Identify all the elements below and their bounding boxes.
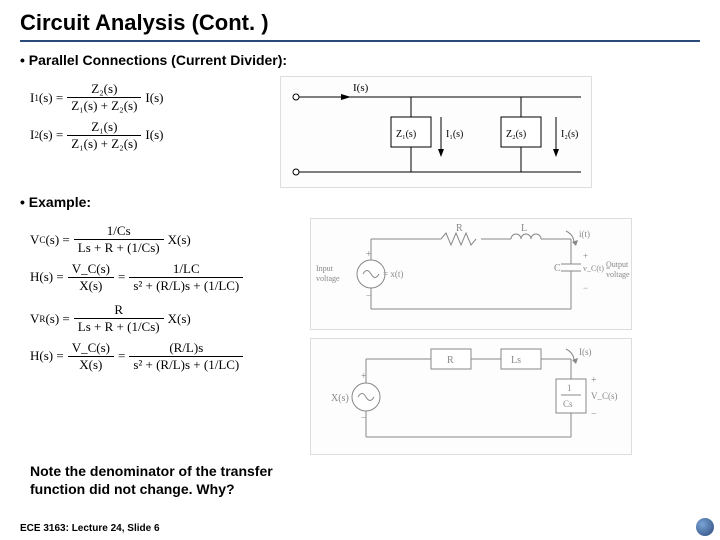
diagram-rlc-time: + − Input voltage = x(t) R L i(t) <box>310 218 632 330</box>
svg-text:−: − <box>583 283 588 293</box>
svg-text:Ls: Ls <box>511 355 521 366</box>
label-input-voltage: Input <box>316 264 334 273</box>
svg-text:R: R <box>447 355 454 366</box>
eq-vc: VC(s) = 1/CsLs + R + (1/Cs) X(s) <box>30 224 290 256</box>
label-I2: I₂(s) <box>561 129 578 140</box>
slide-footer: ECE 3163: Lecture 24, Slide 6 <box>20 523 160 534</box>
svg-text:= x(t): = x(t) <box>383 269 403 279</box>
equations-current-divider: I1(s) = Z₂(s)Z₁(s) + Z₂(s) I(s) I2(s) = … <box>30 76 260 157</box>
note-line1: Note the denominator of the transfer <box>30 463 700 479</box>
note-line2: function did not change. Why? <box>30 481 700 497</box>
label-output-voltage: Output <box>606 260 629 269</box>
eq-vr: VR(s) = RLs + R + (1/Cs) X(s) <box>30 303 290 335</box>
svg-text:C: C <box>554 263 561 274</box>
svg-text:I(s): I(s) <box>579 347 592 357</box>
slide-title: Circuit Analysis (Cont. ) <box>20 10 700 36</box>
eq-h2: H(s) = V_C(s)X(s) = (R/L)ss² + (R/L)s + … <box>30 341 290 373</box>
bullet-parallel: Parallel Connections (Current Divider): <box>20 52 700 68</box>
svg-text:+: + <box>591 375 597 386</box>
svg-text:1: 1 <box>567 383 572 393</box>
title-underline <box>20 40 700 42</box>
diagram-current-divider: I(s) Z₁(s) I₁(s) Z₂(s) I₂(s) <box>280 76 592 188</box>
label-Is: I(s) <box>353 82 369 94</box>
svg-text:+: + <box>583 251 588 261</box>
svg-text:−: − <box>591 409 597 420</box>
diagram-rlc-sdomain: + − X(s) R Ls I(s) <box>310 338 632 455</box>
svg-text:R: R <box>456 223 463 234</box>
globe-logo-icon <box>696 518 714 536</box>
svg-text:i(t): i(t) <box>579 229 590 239</box>
label-Z2: Z₂(s) <box>506 129 526 140</box>
eq-i2: I2(s) = Z₁(s)Z₁(s) + Z₂(s) I(s) <box>30 120 260 152</box>
svg-text:Cs: Cs <box>563 399 573 409</box>
label-I1: I₁(s) <box>446 129 463 140</box>
label-Z1: Z₁(s) <box>396 129 416 140</box>
bullet-example: Example: <box>20 194 700 210</box>
svg-text:voltage: voltage <box>606 270 630 279</box>
svg-text:X(s): X(s) <box>331 393 349 404</box>
eq-i1: I1(s) = Z₂(s)Z₁(s) + Z₂(s) I(s) <box>30 82 260 114</box>
svg-text:voltage: voltage <box>316 274 340 283</box>
equations-example: VC(s) = 1/CsLs + R + (1/Cs) X(s) H(s) = … <box>30 218 290 378</box>
svg-text:L: L <box>521 223 527 234</box>
eq-h1: H(s) = V_C(s)X(s) = 1/LCs² + (R/L)s + (1… <box>30 262 290 294</box>
svg-text:V_C(s): V_C(s) <box>591 391 618 401</box>
